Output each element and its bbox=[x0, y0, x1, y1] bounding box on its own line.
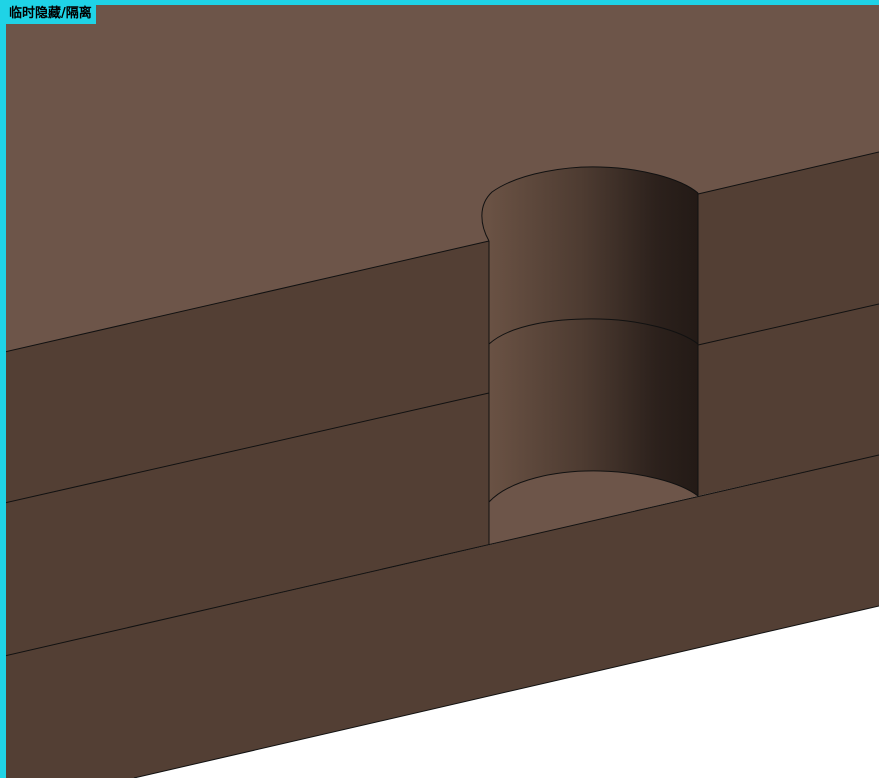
model-scene[interactable] bbox=[0, 0, 879, 778]
temporary-hide-isolate-badge: 临时隐藏/隔离 bbox=[6, 5, 96, 24]
3d-viewport[interactable]: 临时隐藏/隔离 bbox=[0, 0, 879, 778]
bore-wall[interactable] bbox=[481, 166, 698, 503]
